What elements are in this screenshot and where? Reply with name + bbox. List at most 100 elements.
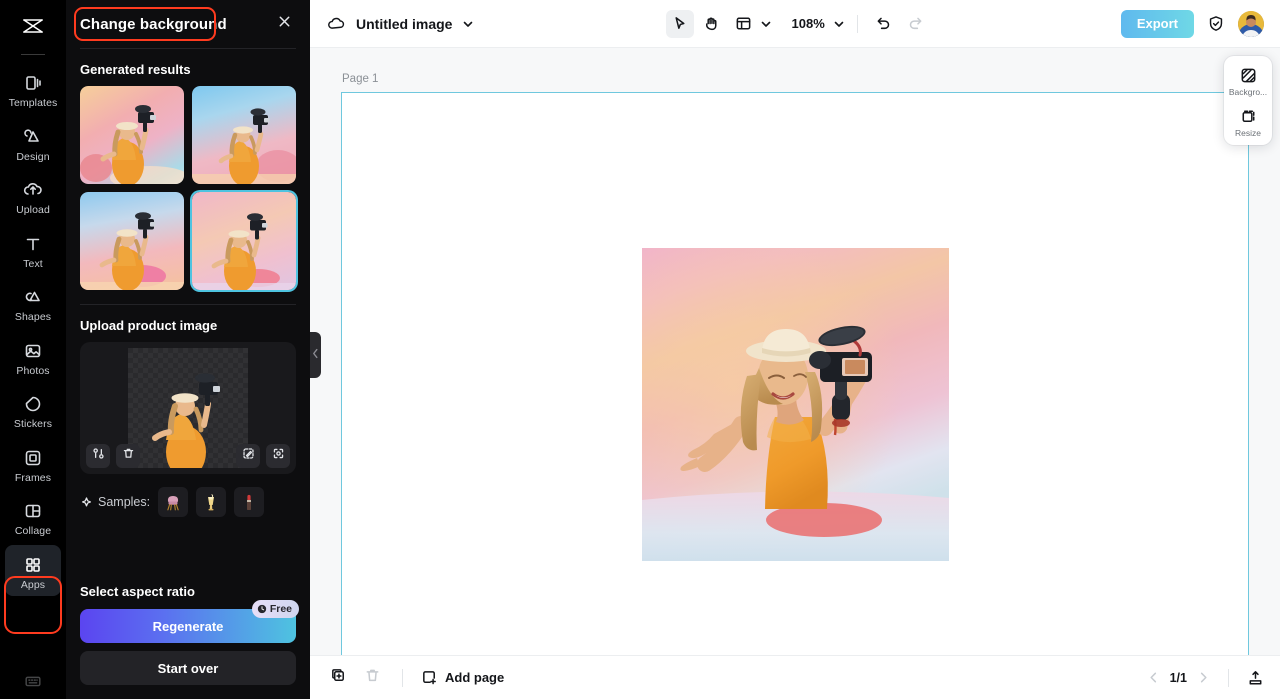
sidebar-item-frames[interactable]: Frames	[5, 438, 61, 490]
panel-header: Change background	[66, 0, 310, 48]
zoom-level: 108%	[791, 16, 825, 31]
duplicate-page-button[interactable]	[326, 666, 350, 690]
pager-divider	[1228, 668, 1229, 687]
result-thumbnail-3[interactable]	[80, 192, 184, 290]
keyboard-shortcuts-button[interactable]	[0, 671, 66, 691]
magic-eraser-icon	[242, 447, 255, 465]
zoom-control[interactable]: 108%	[782, 16, 845, 31]
upload-product-image-dropzone[interactable]	[80, 342, 296, 474]
sidebar-label: Stickers	[13, 418, 53, 430]
start-over-button[interactable]: Start over	[80, 651, 296, 685]
frames-icon	[22, 447, 44, 469]
sidebar-item-design[interactable]: Design	[5, 117, 61, 169]
sample-drink[interactable]	[196, 487, 227, 517]
result-thumbnail-1[interactable]	[80, 86, 184, 184]
shield-check-icon[interactable]	[1206, 14, 1226, 34]
sidebar-label: Apps	[20, 578, 46, 591]
page-frame[interactable]	[341, 92, 1249, 655]
chevron-down-icon[interactable]	[462, 18, 474, 30]
templates-icon	[22, 72, 44, 94]
user-avatar[interactable]	[1238, 10, 1264, 37]
sidebar-item-stickers[interactable]: Stickers	[5, 384, 61, 436]
panel-footer: Select aspect ratio Regenerate Free Star…	[66, 584, 310, 699]
auto-fit-button[interactable]	[266, 444, 290, 468]
replace-image-icon	[92, 447, 105, 465]
fit-to-screen-button[interactable]	[1247, 669, 1264, 686]
sidebar-label: Upload	[16, 204, 50, 216]
sidebar-item-shapes[interactable]: Shapes	[5, 277, 61, 329]
left-icon-rail: Templates Design Upload Text Shapes Phot…	[0, 0, 66, 699]
redo-button[interactable]	[902, 10, 930, 38]
resize-tool-button[interactable]: Resize	[1225, 107, 1271, 138]
sidebar-label: Collage	[14, 525, 52, 537]
sidebar-item-text[interactable]: Text	[5, 224, 61, 276]
canvas-area[interactable]: Page 1	[310, 48, 1280, 655]
sidebar-item-photos[interactable]: Photos	[5, 331, 61, 383]
app-root: Templates Design Upload Text Shapes Phot…	[0, 0, 1280, 699]
toolbar-right: Export	[1120, 9, 1264, 38]
sidebar-item-upload[interactable]: Upload	[5, 170, 61, 222]
credit-clock-icon	[257, 604, 267, 614]
background-icon	[1239, 66, 1258, 85]
result-thumb-art	[80, 192, 184, 290]
sidebar-label: Text	[23, 257, 43, 270]
delete-image-button[interactable]	[116, 444, 140, 468]
cloud-saved-icon[interactable]	[326, 14, 346, 34]
prev-page-button[interactable]	[1147, 671, 1160, 684]
chevron-down-icon	[760, 18, 772, 30]
page-pager: 1/1	[1147, 668, 1264, 687]
page-title: Change background	[80, 15, 227, 33]
layout-tool-button[interactable]	[730, 10, 758, 38]
top-toolbar: Untitled image 108% Export	[310, 0, 1280, 48]
main-area: Untitled image 108% Export Page 1 Add pa…	[310, 0, 1280, 699]
background-changed-photo[interactable]	[642, 248, 949, 561]
add-page-button[interactable]: Add page	[421, 669, 504, 686]
sidebar-label: Frames	[14, 471, 52, 484]
rail-divider	[21, 54, 45, 55]
sample-lipstick[interactable]	[234, 487, 265, 517]
capcut-logo-icon[interactable]	[0, 4, 66, 50]
result-thumbnail-2[interactable]	[192, 86, 296, 184]
replace-image-button[interactable]	[86, 444, 110, 468]
sidebar-item-apps[interactable]: Apps	[5, 544, 61, 596]
result-thumbnail-4[interactable]	[192, 192, 296, 290]
close-panel-button[interactable]	[272, 12, 296, 36]
sidebar-label: Photos	[16, 364, 50, 377]
hand-tool-button[interactable]	[698, 10, 726, 38]
delete-page-button[interactable]	[360, 666, 384, 690]
collage-icon	[22, 500, 44, 522]
shapes-icon	[22, 286, 44, 308]
magic-eraser-button[interactable]	[236, 444, 260, 468]
document-title[interactable]: Untitled image	[356, 16, 452, 32]
bottom-toolbar: Add page 1/1	[310, 655, 1280, 699]
cursor-arrow-icon	[671, 15, 688, 32]
select-tool-button[interactable]	[665, 9, 694, 38]
undo-icon	[875, 15, 892, 32]
photos-icon	[22, 340, 44, 362]
upload-toolbar	[86, 444, 290, 468]
chevron-left-icon	[312, 346, 319, 364]
sample-chair[interactable]	[158, 487, 189, 517]
layout-panel-icon	[735, 15, 752, 32]
generated-results-grid	[80, 86, 296, 290]
panel-collapse-handle[interactable]	[310, 332, 321, 378]
panel-body: Generated results Upload product image S…	[66, 49, 310, 584]
redo-icon	[907, 15, 924, 32]
samples-label: Samples:	[98, 495, 151, 509]
export-button[interactable]: Export	[1120, 9, 1194, 38]
background-tool-button[interactable]: Backgro...	[1225, 66, 1271, 97]
sidebar-label: Templates	[8, 97, 58, 109]
toolbar-center: 108%	[484, 9, 1110, 38]
aspect-ratio-heading: Select aspect ratio	[80, 584, 195, 599]
sidebar-item-collage[interactable]: Collage	[5, 491, 61, 543]
upload-icon	[22, 179, 44, 201]
undo-button[interactable]	[870, 10, 898, 38]
artboard[interactable]	[642, 248, 949, 561]
layout-tool-group[interactable]	[730, 10, 772, 38]
result-thumb-art	[192, 192, 296, 290]
sidebar-item-templates[interactable]: Templates	[5, 63, 61, 115]
next-page-button[interactable]	[1197, 671, 1210, 684]
free-badge-label: Free	[269, 603, 292, 615]
stickers-icon	[22, 393, 44, 415]
